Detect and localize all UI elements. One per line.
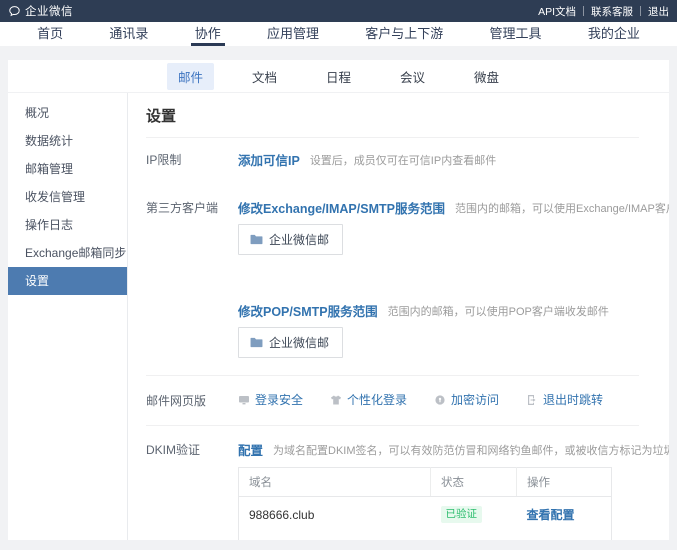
mail-sidebar: 概况 数据统计 邮箱管理 收发信管理 操作日志 Exchange邮箱同步 设置 (8, 93, 128, 540)
view-config-link[interactable]: 查看配置 (527, 508, 575, 522)
nav-home[interactable]: 首页 (33, 22, 67, 46)
nav-contacts[interactable]: 通讯录 (105, 22, 152, 46)
logout-redirect-link[interactable]: 退出时跳转 (543, 391, 603, 408)
exchange-desc: 范围内的邮箱，可以使用Exchange/IMAP客户端收发邮件 (455, 200, 669, 216)
separator (583, 6, 584, 16)
add-trusted-ip-link[interactable]: 添加可信IP (238, 150, 300, 169)
domain-cell: 988666.club (239, 497, 431, 533)
content-card: 邮件 文档 日程 会议 微盘 概况 数据统计 邮箱管理 收发信管理 操作日志 E… (8, 60, 669, 540)
api-docs-link[interactable]: API文档 (538, 4, 576, 19)
logo[interactable]: 企业微信 (8, 3, 73, 19)
logout-link[interactable]: 退出 (648, 4, 669, 19)
sidebar-item-settings[interactable]: 设置 (8, 267, 127, 295)
page-background: 邮件 文档 日程 会议 微盘 概况 数据统计 邮箱管理 收发信管理 操作日志 E… (0, 46, 677, 550)
status-badge: 已验证 (441, 506, 483, 523)
domain-column-header: 域名 (239, 468, 431, 497)
table-row: sjdhgfdk.com 验证中 查看配置 (239, 532, 612, 540)
webmail-label: 邮件网页版 (146, 391, 238, 409)
login-security-link[interactable]: 登录安全 (255, 391, 303, 408)
divider (146, 375, 639, 376)
encrypted-access-item[interactable]: 加密访问 (434, 391, 499, 408)
pop-scope-name: 企业微信邮 (269, 334, 329, 351)
dkim-domain-table: 域名 状态 操作 988666.club 已验证 查看配置 (238, 467, 612, 540)
settings-content: 设置 IP限制 添加可信IP 设置后，成员仅可在可信IP内查看邮件 第三方客户端 (128, 93, 669, 540)
nav-collaboration[interactable]: 协作 (191, 22, 225, 46)
sidebar-item-send-receive[interactable]: 收发信管理 (8, 183, 127, 211)
topbar-links: API文档 联系客服 退出 (538, 4, 669, 19)
ip-restriction-desc: 设置后，成员仅可在可信IP内查看邮件 (310, 152, 496, 168)
table-header-row: 域名 状态 操作 (239, 468, 612, 497)
pop-desc: 范围内的邮箱，可以使用POP客户端收发邮件 (388, 303, 609, 319)
dkim-row: DKIM验证 配置 为域名配置DKIM签名，可以有效防范仿冒和网络钓鱼邮件，或被… (146, 440, 639, 540)
logout-redirect-item[interactable]: 退出时跳转 (526, 391, 603, 408)
personalized-login-item[interactable]: 个性化登录 (330, 391, 407, 408)
encrypted-access-link[interactable]: 加密访问 (451, 391, 499, 408)
status-column-header: 状态 (431, 468, 517, 497)
modify-exchange-scope-link[interactable]: 修改Exchange/IMAP/SMTP服务范围 (238, 198, 445, 217)
page-title: 设置 (146, 103, 639, 126)
folder-icon (250, 337, 263, 348)
wecom-bubble-icon (8, 5, 21, 18)
nav-app-management[interactable]: 应用管理 (263, 22, 323, 46)
contact-support-link[interactable]: 联系客服 (591, 4, 633, 19)
shirt-icon (330, 394, 342, 406)
dkim-configure-link[interactable]: 配置 (238, 440, 263, 459)
action-column-header: 操作 (517, 468, 612, 497)
app-title: 企业微信 (25, 3, 73, 19)
tab-meeting[interactable]: 会议 (389, 63, 436, 90)
exchange-scope-button[interactable]: 企业微信邮 (238, 224, 343, 255)
nav-customers[interactable]: 客户与上下游 (361, 22, 447, 46)
webmail-row: 邮件网页版 登录安全 个性化登录 (146, 391, 639, 409)
separator (640, 6, 641, 16)
personalized-login-link[interactable]: 个性化登录 (347, 391, 407, 408)
tab-drive[interactable]: 微盘 (463, 63, 510, 90)
divider (146, 425, 639, 426)
nav-my-company[interactable]: 我的企业 (584, 22, 644, 46)
domain-cell: sjdhgfdk.com (239, 532, 431, 540)
sidebar-item-exchange-sync[interactable]: Exchange邮箱同步 (8, 239, 127, 267)
folder-icon (250, 234, 263, 245)
tab-mail[interactable]: 邮件 (167, 63, 214, 90)
nav-admin-tools[interactable]: 管理工具 (486, 22, 546, 46)
login-security-item[interactable]: 登录安全 (238, 391, 303, 408)
divider (146, 137, 639, 138)
sidebar-item-statistics[interactable]: 数据统计 (8, 127, 127, 155)
table-row: 988666.club 已验证 查看配置 (239, 497, 612, 533)
dkim-label: DKIM验证 (146, 440, 238, 458)
tab-calendar[interactable]: 日程 (315, 63, 362, 90)
sidebar-item-operation-log[interactable]: 操作日志 (8, 211, 127, 239)
lock-icon (434, 394, 446, 406)
sidebar-item-overview[interactable]: 概况 (8, 99, 127, 127)
sidebar-item-mailbox-management[interactable]: 邮箱管理 (8, 155, 127, 183)
ip-restriction-label: IP限制 (146, 150, 238, 168)
monitor-icon (238, 394, 250, 406)
tab-docs[interactable]: 文档 (241, 63, 288, 90)
modify-pop-scope-link[interactable]: 修改POP/SMTP服务范围 (238, 301, 378, 320)
dkim-desc: 为域名配置DKIM签名，可以有效防范仿冒和网络钓鱼邮件，或被收信方标记为垃圾邮件 (273, 442, 669, 458)
pop-scope-button[interactable]: 企业微信邮 (238, 327, 343, 358)
main-nav: 首页 通讯录 协作 应用管理 客户与上下游 管理工具 我的企业 (0, 22, 677, 46)
topbar: 企业微信 API文档 联系客服 退出 (0, 0, 677, 22)
logout-icon (526, 394, 538, 406)
ip-restriction-row: IP限制 添加可信IP 设置后，成员仅可在可信IP内查看邮件 (146, 150, 639, 169)
collab-subtabs: 邮件 文档 日程 会议 微盘 (8, 60, 669, 93)
exchange-scope-name: 企业微信邮 (269, 231, 329, 248)
third-party-label: 第三方客户端 (146, 198, 238, 216)
third-party-row: 第三方客户端 修改Exchange/IMAP/SMTP服务范围 范围内的邮箱，可… (146, 198, 639, 358)
